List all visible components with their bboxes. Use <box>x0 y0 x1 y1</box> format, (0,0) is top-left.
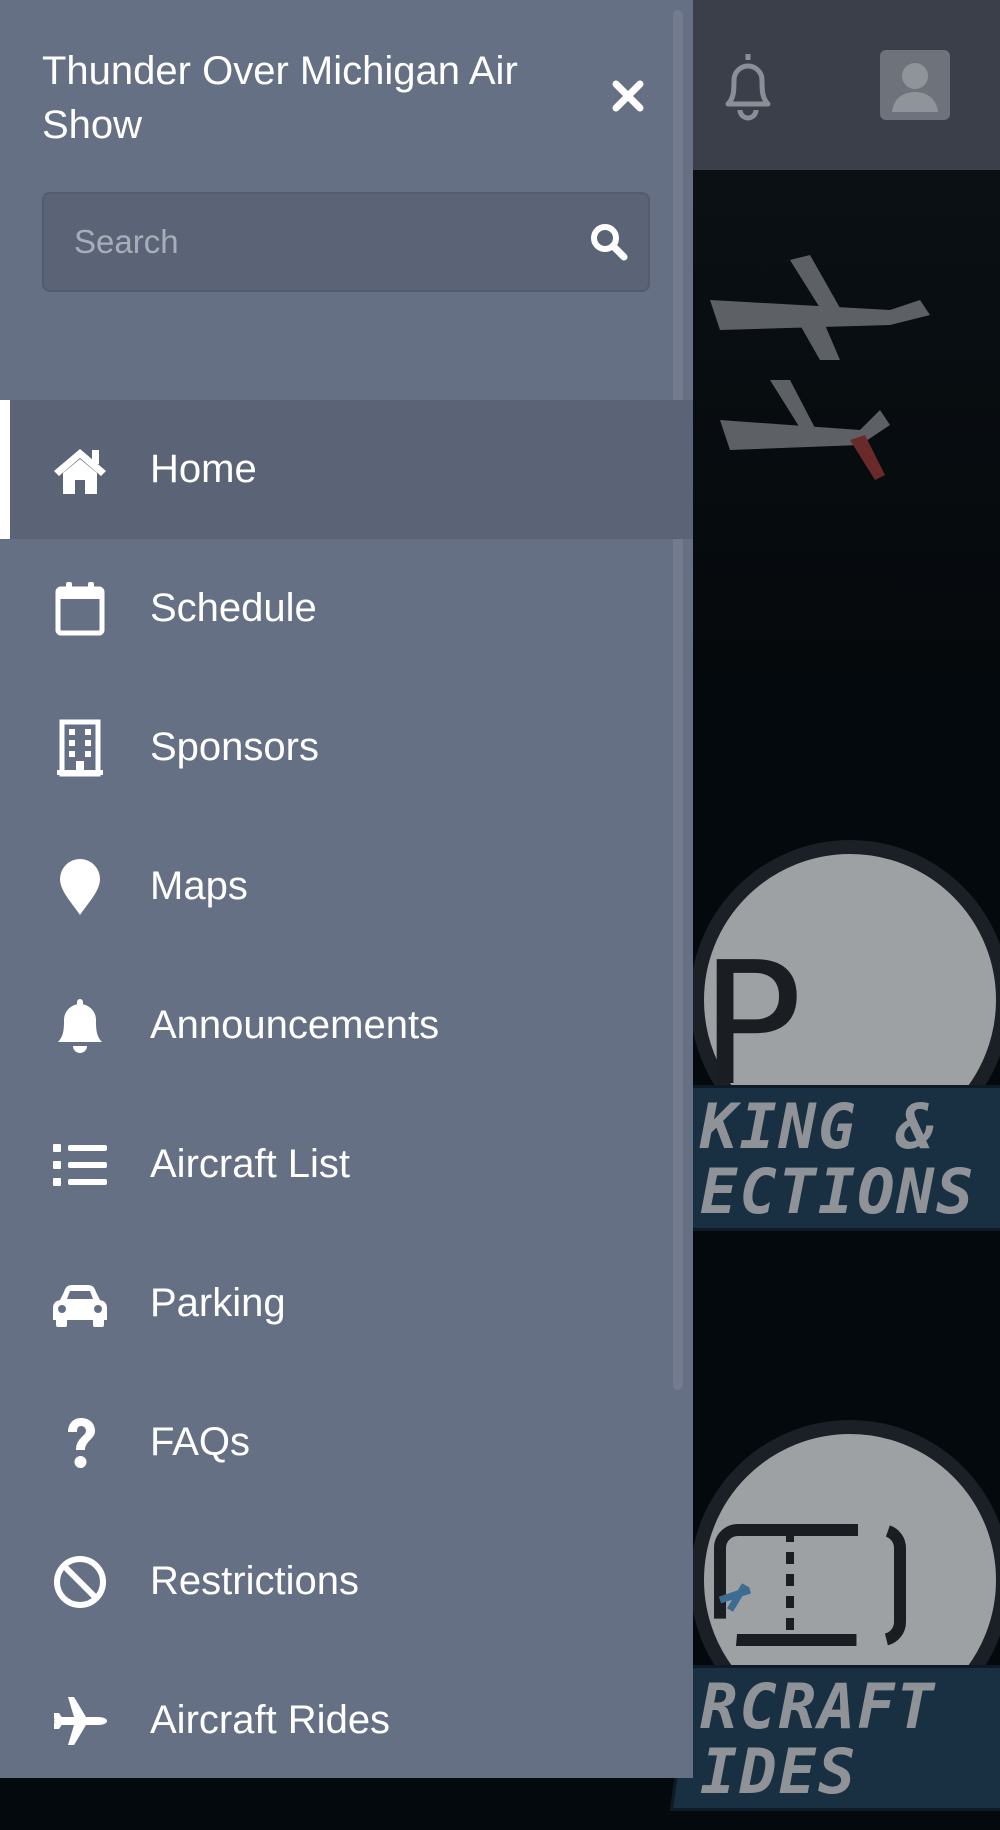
nav-item-announcements[interactable]: Announcements <box>0 956 693 1095</box>
ban-icon <box>54 1556 106 1608</box>
map-pin-icon <box>60 859 100 915</box>
profile-avatar-button[interactable] <box>880 50 950 120</box>
notifications-button[interactable] <box>712 48 784 126</box>
close-drawer-button[interactable] <box>608 76 648 116</box>
question-icon <box>68 1418 95 1468</box>
rides-banner-line-2: IDES <box>700 1735 858 1808</box>
nav-label-schedule: Schedule <box>150 586 317 630</box>
building-icon <box>57 719 103 777</box>
nav-item-home[interactable]: Home <box>0 400 693 539</box>
nav-label-home: Home <box>150 447 257 491</box>
parking-banner-line-2: ECTIONS <box>700 1155 976 1228</box>
navigation-drawer: Thunder Over Michigan Air Show Home <box>0 0 693 1778</box>
nav-label-announcements: Announcements <box>150 1003 440 1047</box>
nav-item-aircraft-rides[interactable]: Aircraft Rides <box>0 1651 693 1778</box>
nav-item-parking[interactable]: Parking <box>0 1234 693 1373</box>
drawer-nav: Home Schedule Sponsors Maps Announcement… <box>0 400 693 1778</box>
calendar-icon <box>55 582 105 636</box>
list-icon <box>53 1144 107 1186</box>
nav-label-parking: Parking <box>150 1281 286 1325</box>
aircraft-photo <box>710 255 930 480</box>
home-icon <box>54 449 106 494</box>
nav-item-aircraft-list[interactable]: Aircraft List <box>0 1095 693 1234</box>
search-icon <box>591 224 628 261</box>
nav-label-maps: Maps <box>150 864 248 908</box>
ticket-icon <box>714 1524 906 1646</box>
nav-label-sponsors: Sponsors <box>150 725 319 769</box>
nav-item-maps[interactable]: Maps <box>0 817 693 956</box>
bell-icon <box>58 999 102 1053</box>
nav-item-schedule[interactable]: Schedule <box>0 539 693 678</box>
parking-banner-line-1: KING & <box>700 1090 936 1163</box>
plane-icon <box>54 1697 107 1745</box>
search-button[interactable] <box>589 222 629 262</box>
drawer-title: Thunder Over Michigan Air Show <box>42 49 518 147</box>
nav-label-aircraft-list: Aircraft List <box>150 1142 351 1186</box>
rides-banner-line-1: RCRAFT <box>700 1670 936 1743</box>
nav-item-faqs[interactable]: FAQs <box>0 1373 693 1512</box>
nav-label-aircraft-rides: Aircraft Rides <box>150 1698 391 1742</box>
bell-outline-icon <box>725 54 771 121</box>
close-icon <box>612 80 644 112</box>
nav-label-faqs: FAQs <box>150 1420 251 1464</box>
search-box <box>42 192 650 292</box>
car-icon <box>53 1285 107 1327</box>
nav-item-sponsors[interactable]: Sponsors <box>0 678 693 817</box>
user-avatar-icon <box>892 63 938 112</box>
nav-label-restrictions: Restrictions <box>150 1559 359 1603</box>
search-input[interactable] <box>74 194 574 290</box>
nav-item-restrictions[interactable]: Restrictions <box>0 1512 693 1651</box>
